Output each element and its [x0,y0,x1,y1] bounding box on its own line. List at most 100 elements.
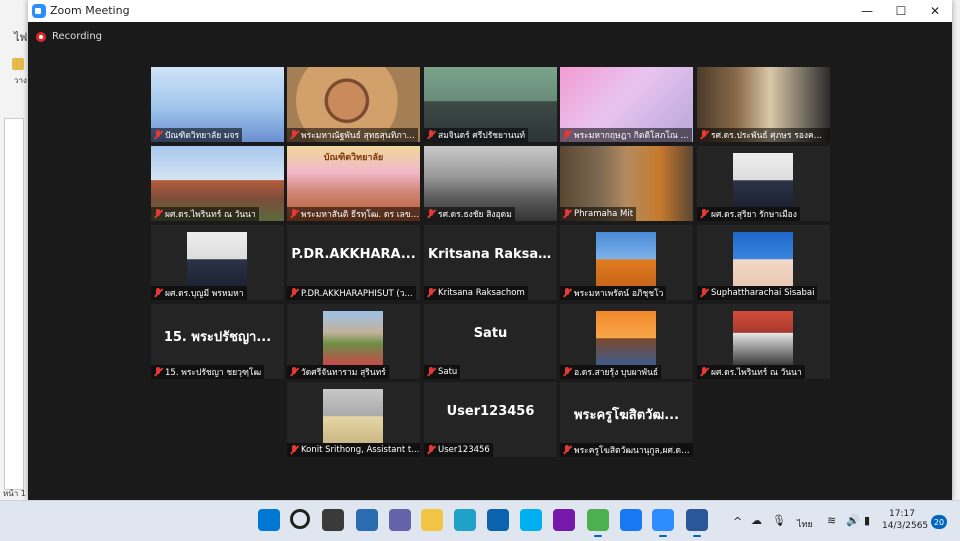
participant-name-bar: พระมหาณัฐพันธ์ สุทธสุนทิภา... [287,128,418,142]
participant-name: Satu [438,367,458,377]
clock-date[interactable]: 14/3/2565 [882,521,928,531]
participant-tile[interactable]: Konit Srithong, Assistant t... [287,382,420,457]
muted-microphone-icon [562,445,572,455]
participant-video [733,311,793,365]
participant-tile[interactable]: วัดศรีจันทาราม สุรินทร์ [287,304,420,379]
participant-tile[interactable]: รศ.ดร.ประพันธ์ ศุภษร รองคณบดี [697,67,830,142]
search-icon[interactable] [290,509,310,529]
participant-name-bar: พระมหาเพรัตน์ อภิชฺชโว [560,286,667,300]
participant-video [323,389,383,443]
participant-name-bar: พระครูโฆสิตวัฒนานุกูล,ผศ.ดร.... [560,443,693,457]
participant-tile[interactable]: Kritsana Raksac... Kritsana Raksachom [424,225,557,300]
participant-name-bar: พระมหากฤษฎา กิตติโสภโณ ... [560,128,692,142]
participant-name-bar: ผศ.ดร.ไพรินทร์ ณ วันนา [697,365,805,379]
vertical-ruler [4,118,24,490]
teams-icon[interactable] [587,509,609,537]
participant-tile[interactable]: พระมหากฤษฎา กิตติโสภโณ ... [560,67,693,142]
participant-name: ผศ.ดร.ไพรินทร์ ณ วันนา [165,210,256,220]
participant-name-bar: User123456 [424,443,493,457]
minimize-button[interactable]: — [850,0,884,22]
word-icon[interactable] [686,509,708,537]
participant-tile[interactable]: อ.ดร.สายรุ้ง บุบผาพันธ์ [560,304,693,379]
muted-microphone-icon [562,367,572,377]
clock-time[interactable]: 17:17 [889,509,915,519]
file-explorer-icon[interactable] [421,509,443,531]
participant-name-bar: 15. พระปรัชญา ชยวุฑฺโฒ [151,365,265,379]
facebook-icon[interactable] [620,509,642,531]
participant-tile[interactable]: Satu Satu [424,304,557,379]
participant-video [323,311,383,365]
participant-name: อ.ดร.สายรุ้ง บุบผาพันธ์ [574,368,659,378]
background-right-strip [952,0,960,500]
onenote-icon[interactable] [553,509,575,531]
page-indicator: หน้า 1 [3,489,26,498]
onedrive-icon[interactable]: ☁ [751,514,762,527]
participant-name: รศ.ดร.ประพันธ์ ศุภษร รองคณบดี [711,131,830,141]
participant-tile[interactable]: ผศ.ดร.บุญมี พรหมหา [151,225,284,300]
participant-tile[interactable]: รศ.ดร.ธงชัย สิงอุดม [424,146,557,221]
participant-display-name: Satu [473,326,508,341]
participant-video [733,232,793,286]
participant-display-name: 15. พระปรัชญา... [163,330,272,345]
participant-tile[interactable]: Suphattharachai Sisabai [697,225,830,300]
widgets-icon[interactable] [356,509,378,531]
maximize-button[interactable]: ☐ [884,0,918,22]
participant-tile[interactable]: Phramaha Mit [560,146,693,221]
participant-tile[interactable]: 15. พระปรัชญา... 15. พระปรัชญา ชยวุฑฺโฒ [151,304,284,379]
notification-badge[interactable]: 20 [931,515,947,529]
participant-name-bar: Kritsana Raksachom [424,286,528,300]
muted-microphone-icon [289,445,299,455]
muted-microphone-icon [699,209,709,219]
participant-tile[interactable]: P.DR.AKKHARA... P.DR.AKKHARAPHISUT (ว... [287,225,420,300]
mail-icon[interactable] [487,509,509,531]
participant-name-bar: Phramaha Mit [560,207,637,221]
background-side-fragment: วาง [14,76,27,85]
participant-name-bar: รศ.ดร.ประพันธ์ ศุภษร รองคณบดี [697,128,830,142]
recording-icon [36,31,46,42]
participant-name: พระมหากฤษฎา กิตติโสภโณ ... [574,131,689,141]
participant-name-bar: ผศ.ดร.สุริยา รักษาเมือง [697,207,800,221]
participant-name-bar: ผศ.ดร.ไพรินทร์ ณ วันนา [151,207,259,221]
volume-icon[interactable]: 🔊 [846,514,860,527]
muted-microphone-icon [426,367,436,377]
participant-tile[interactable]: พระครูโฆสิตวัฒ... พระครูโฆสิตวัฒนานุกูล,ผ… [560,382,693,457]
zoom-icon[interactable] [652,509,674,537]
participant-name-bar: วัดศรีจันทาราม สุรินทร์ [287,365,389,379]
tray-chevron-icon[interactable]: ^ [733,515,742,528]
language-indicator[interactable]: ไทย [797,517,813,531]
participant-display-name: พระครูโฆสิตวัฒ... [573,408,680,423]
recording-indicator[interactable]: Recording [36,31,102,42]
participant-tile[interactable]: ผศ.ดร.ไพรินทร์ ณ วันนา [151,146,284,221]
edge-icon[interactable] [454,509,476,531]
participant-tile[interactable]: พระมหาณัฐพันธ์ สุทธสุนทิภา... [287,67,420,142]
participant-tile[interactable]: พระมหาเพรัตน์ อภิชฺชโว [560,225,693,300]
windows-start-icon[interactable] [258,509,280,531]
muted-microphone-icon [426,288,436,298]
participant-name: P.DR.AKKHARAPHISUT (ว... [301,289,413,299]
participant-tile[interactable]: User123456 User123456 [424,382,557,457]
muted-microphone-icon [426,209,436,219]
muted-microphone-icon [289,288,299,298]
participant-name: วัดศรีจันทาราม สุรินทร์ [301,368,386,378]
recording-label: Recording [52,31,103,42]
participant-tile[interactable]: สมจินดร์ ศรีปรัชยานนท์ [424,67,557,142]
participant-name-bar: ปัณฑิตวิทยาลัย มจร [151,128,243,142]
participant-name: พระมหาสันติ ธีรทฺโฒ. ดร เลขานุ... [301,210,420,220]
skype-icon[interactable] [520,509,542,531]
battery-icon[interactable]: ▮ [864,514,870,527]
participant-tile[interactable]: ปัณฑิตวิทยาลัย มจร [151,67,284,142]
window-title: Zoom Meeting [50,4,130,17]
participant-name: รศ.ดร.ธงชัย สิงอุดม [438,210,512,220]
participant-tile[interactable]: ผศ.ดร.สุริยา รักษาเมือง [697,146,830,221]
participant-tile[interactable]: บัณฑิตวิทยาลัย พระมหาสันติ ธีรทฺโฒ. ดร เล… [287,146,420,221]
participant-tile[interactable]: ผศ.ดร.ไพรินทร์ ณ วันนา [697,304,830,379]
task-view-icon[interactable] [322,509,344,531]
teams-chat-icon[interactable] [389,509,411,531]
participant-name-bar: สมจินดร์ ศรีปรัชยานนท์ [424,128,529,142]
close-button[interactable]: ✕ [918,0,952,22]
muted-microphone-icon [699,130,709,140]
participant-name: สมจินดร์ ศรีปรัชยานนท์ [438,131,526,141]
microphone-icon[interactable]: 🎙 [772,514,786,527]
participant-name: User123456 [438,445,490,455]
wifi-icon[interactable]: ≋ [827,514,836,527]
